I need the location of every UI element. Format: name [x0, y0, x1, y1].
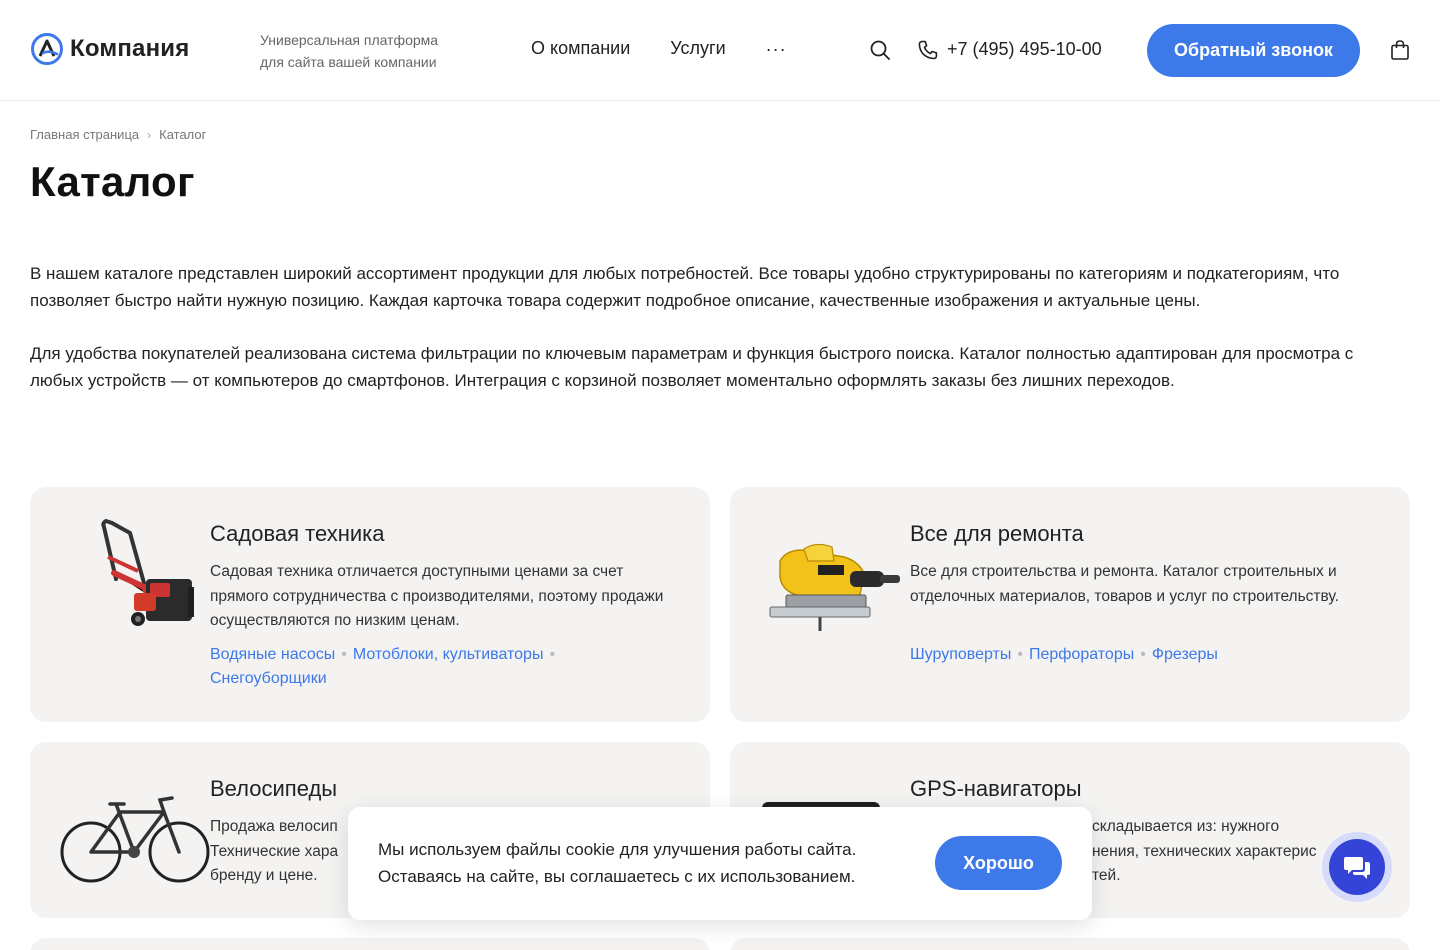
site-header: Компания Универсальная платформа для сай…	[0, 0, 1440, 101]
category-title[interactable]: GPS-навигаторы	[910, 776, 1082, 802]
cart-icon[interactable]	[1389, 39, 1411, 61]
breadcrumb: Главная страница › Каталог	[30, 127, 206, 142]
category-card-repair[interactable]: Все для ремонта Все для строительства и …	[730, 487, 1410, 722]
category-title[interactable]: Велосипеды	[210, 776, 337, 802]
search-icon[interactable]	[869, 39, 891, 61]
chat-widget-button[interactable]	[1322, 832, 1392, 902]
logo-icon	[31, 33, 63, 65]
page-title: Каталог	[30, 158, 195, 205]
tagline: Универсальная платформа для сайта вашей …	[260, 29, 470, 73]
cookie-text-line-1: Мы используем файлы cookie для улучшения…	[378, 840, 857, 859]
link-separator: •	[1140, 646, 1146, 663]
subcategory-link[interactable]: Снегоуборщики	[210, 670, 327, 687]
jigsaw-image	[769, 543, 900, 631]
bicycle-image	[60, 796, 210, 883]
tagline-line-2: для сайта вашей компании	[260, 54, 437, 70]
phone-icon	[918, 40, 938, 60]
intro-paragraph-1: В нашем каталоге представлен широкий асс…	[30, 264, 1340, 310]
link-separator: •	[1017, 646, 1023, 663]
subcategory-link[interactable]: Фрезеры	[1152, 646, 1218, 663]
breadcrumb-home[interactable]: Главная страница	[30, 127, 139, 142]
breadcrumb-current: Каталог	[159, 127, 207, 142]
intro-text: В нашем каталоге представлен широкий асс…	[30, 260, 1410, 420]
subcategory-link[interactable]: Перфораторы	[1029, 646, 1134, 663]
category-card-peek	[30, 938, 710, 950]
cookie-text: Мы используем файлы cookie для улучшения…	[378, 836, 856, 890]
category-description: Все для строительства и ремонта. Каталог…	[910, 563, 1339, 605]
category-title[interactable]: Садовая техника	[210, 521, 385, 547]
subcategory-link[interactable]: Мотоблоки, культиваторы	[353, 646, 544, 663]
category-card-peek	[730, 938, 1410, 950]
chat-button-inner	[1329, 839, 1385, 895]
link-separator: •	[341, 646, 347, 663]
logo-text: Компания	[70, 35, 190, 62]
phone-number[interactable]: +7 (495) 495-10-00	[947, 39, 1102, 60]
link-separator: •	[549, 646, 556, 663]
nav-item-about[interactable]: О компании	[531, 38, 630, 59]
cookie-accept-button[interactable]: Хорошо	[935, 836, 1062, 890]
category-title[interactable]: Все для ремонта	[910, 521, 1084, 547]
nav-item-services[interactable]: Услуги	[670, 38, 725, 59]
subcategory-links: Водяные насосы • Мотоблоки, культиваторы • С…	[210, 643, 680, 691]
snow-blower-image	[101, 518, 194, 626]
subcategory-links: Шуруповерты • Перфораторы • Фрезеры	[910, 643, 1380, 667]
category-description: Садовая техника отличается доступными це…	[210, 563, 664, 629]
nav-more-icon[interactable]: ···	[766, 40, 787, 58]
logo[interactable]: Компания	[30, 32, 189, 66]
subcategory-link[interactable]: Водяные насосы	[210, 646, 335, 663]
cookie-banner: Мы используем файлы cookie для улучшения…	[348, 807, 1092, 920]
subcategory-link[interactable]: Шуруповерты	[910, 646, 1011, 663]
cookie-text-line-2: Оставаясь на сайте, вы соглашаетесь с их…	[378, 867, 856, 886]
chat-icon	[1344, 857, 1370, 879]
tagline-line-1: Универсальная платформа	[260, 32, 439, 48]
category-card-garden[interactable]: Садовая техника Садовая техника отличает…	[30, 487, 710, 722]
callback-button[interactable]: Обратный звонок	[1147, 24, 1360, 77]
main-nav: О компании Услуги ···	[531, 38, 787, 59]
intro-paragraph-2: Для удобства покупателей реализована сис…	[30, 344, 1354, 390]
breadcrumb-separator: ›	[147, 127, 152, 142]
